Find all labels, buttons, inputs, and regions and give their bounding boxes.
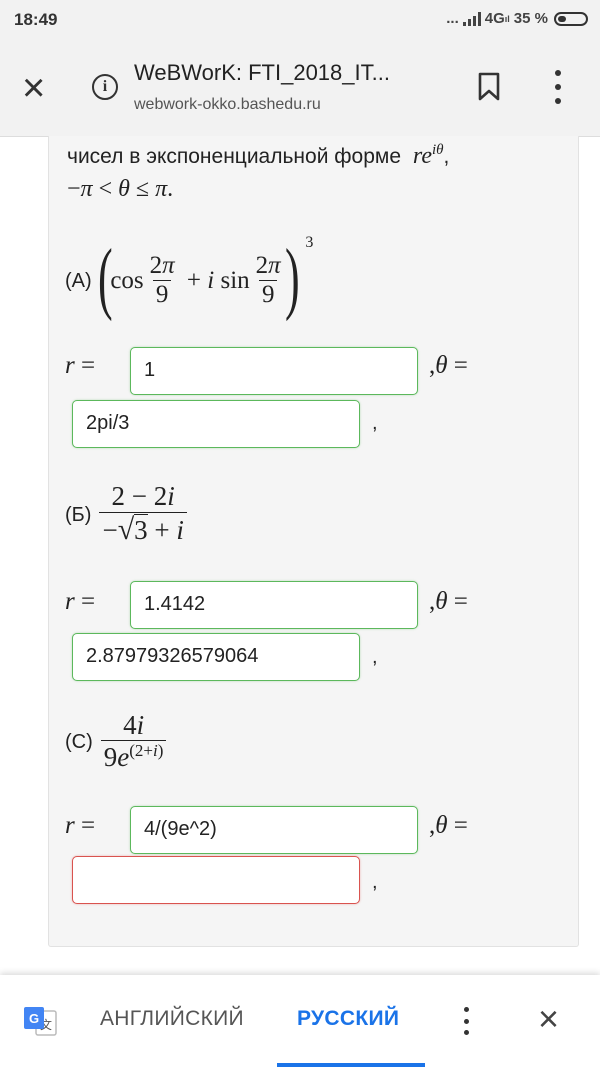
translate-menu-icon[interactable] [462,1007,470,1035]
problem-card: чисел в экспоненциальной форме reiθ, −π … [48,136,579,947]
answer-theta-c[interactable] [72,856,360,904]
translate-bar: 文 G АНГЛИЙСКИЙ РУССКИЙ × [0,975,600,1067]
network-type: 4G [484,10,505,27]
problem-c: (C) 4i 9e(2+i) [65,700,169,784]
intro-text: чисел в экспоненциальной форме reiθ, [67,142,450,169]
label-c: (C) [65,730,93,753]
answer-theta-a[interactable]: 2pi/3 [72,400,360,448]
page-title: WeBWorK: FTI_2018_IT... [134,60,390,85]
answer-r-a[interactable]: 1 [130,347,418,395]
theta-range: −π < θ ≤ π. [67,176,174,202]
google-translate-icon: 文 G [24,1007,57,1036]
notification-dots: ... [446,10,459,27]
page-url: webwork-okko.bashedu.ru [134,96,321,113]
answer-r-c[interactable]: 4/(9e^2) [130,806,418,854]
answer-theta-b[interactable]: 2.87979326579064 [72,633,360,681]
problem-b: (Б) 2 − 2i −√3 + i [65,470,190,560]
status-time: 18:49 [14,10,58,29]
active-tab-indicator [277,1063,425,1067]
battery-icon [554,11,588,26]
overflow-menu-icon[interactable] [552,70,564,104]
intro-line1: чисел в экспоненциальной форме [67,145,402,168]
r-label-a: r = [65,352,96,379]
info-icon[interactable]: i [92,74,118,100]
network-sub: ıl [504,13,510,24]
comma-a: , [372,412,378,434]
svg-text:G: G [29,1011,39,1026]
browser-toolbar: × i WeBWorK: FTI_2018_IT... webwork-okko… [0,44,600,137]
theta-label-a: ,θ = [429,352,468,379]
label-a: (A) [65,269,92,292]
status-bar: 18:49 ... 4G ıl 35 % [0,0,600,44]
theta-label-b: ,θ = [429,588,468,615]
close-tab-icon[interactable]: × [22,68,45,108]
problem-a: (A) ( cos 2π 9 + i sin 2π 9 ) 3 [65,233,314,322]
r-label-b: r = [65,588,96,615]
status-icons: ... 4G ıl 35 % [446,10,588,27]
r-label-c: r = [65,812,96,839]
comma-c: , [372,871,378,893]
language-source-tab[interactable]: АНГЛИЙСКИЙ [100,1007,244,1031]
label-b: (Б) [65,503,92,526]
bookmark-icon[interactable] [478,72,500,102]
signal-icon [462,11,481,26]
language-target-tab[interactable]: РУССКИЙ [297,1007,399,1031]
battery-percent: 35 % [513,10,548,27]
translate-close-icon[interactable]: × [538,999,559,1039]
answer-r-b[interactable]: 1.4142 [130,581,418,629]
intro-formula: reiθ [406,142,444,169]
theta-label-c: ,θ = [429,812,468,839]
comma-b: , [372,646,378,668]
